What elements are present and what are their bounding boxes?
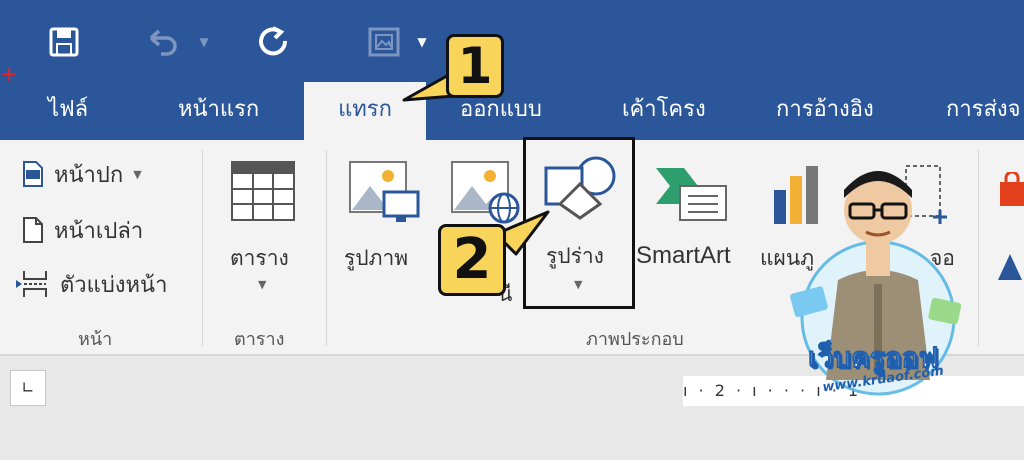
pictures-button[interactable]: รูปภาพ [338, 154, 430, 314]
tab-references[interactable]: การอ้างอิง [776, 82, 874, 140]
tab-mailings[interactable]: การส่งจ [946, 82, 1021, 140]
step-2-callout: 2 [438, 224, 506, 296]
ribbon-tabs: ไฟล์ หน้าแรก แทรก ออกแบบ เค้าโครง การอ้า… [0, 82, 1024, 140]
cover-page-label: หน้าปก [54, 162, 124, 188]
page-break-label: ตัวแบ่งหน้า [60, 272, 168, 298]
undo-dropdown-icon[interactable]: ▼ [196, 32, 212, 52]
illustrations-group-label: ภาพประกอบ [586, 329, 684, 350]
pages-group-label: หน้า [78, 329, 113, 350]
pictures-icon [349, 161, 420, 222]
table-icon [231, 161, 295, 221]
table-button[interactable]: ตาราง ▼ [212, 154, 314, 314]
tab-home[interactable]: หน้าแรก [178, 82, 259, 140]
blank-page-label: หน้าเปล่า [54, 218, 144, 244]
cover-page-button[interactable]: หน้าปก ▼ [22, 154, 142, 194]
cover-page-icon [23, 161, 43, 187]
tab-selector-button[interactable]: ∟ [10, 370, 46, 406]
my-addins-icon[interactable] [994, 250, 1024, 284]
blank-page-icon [23, 217, 43, 243]
kruaof-watermark: เว็บครูออฟ www.kruaof.com [778, 150, 978, 400]
customize-dropdown-icon[interactable]: ▼ [414, 32, 430, 52]
step-1-callout: 1 [446, 34, 504, 98]
redo-icon[interactable] [252, 20, 296, 64]
tab-file[interactable]: ไฟล์ [46, 82, 90, 140]
smartart-button[interactable]: SmartArt [636, 154, 746, 314]
table-label: ตาราง [230, 246, 289, 270]
page-break-button[interactable]: ตัวแบ่งหน้า [16, 264, 167, 304]
pictures-label: รูปภาพ [344, 246, 409, 270]
blank-page-button[interactable]: หน้าเปล่า [22, 210, 143, 250]
save-icon[interactable] [44, 22, 84, 62]
title-bar: + ▼ ▼ [0, 0, 1024, 87]
group-separator [978, 150, 979, 346]
page-break-icon [16, 271, 47, 297]
tables-group-label: ตาราง [234, 329, 285, 350]
chevron-down-icon: ▼ [133, 167, 142, 181]
smartart-icon [656, 168, 727, 221]
smartart-label: SmartArt [636, 242, 731, 269]
group-separator [202, 150, 203, 346]
group-separator [326, 150, 327, 346]
tab-layout[interactable]: เค้าโครง [622, 82, 706, 140]
picture-icon[interactable] [364, 22, 404, 62]
store-icon[interactable] [994, 172, 1024, 208]
chevron-down-icon: ▼ [258, 278, 267, 291]
undo-icon[interactable] [140, 22, 184, 62]
